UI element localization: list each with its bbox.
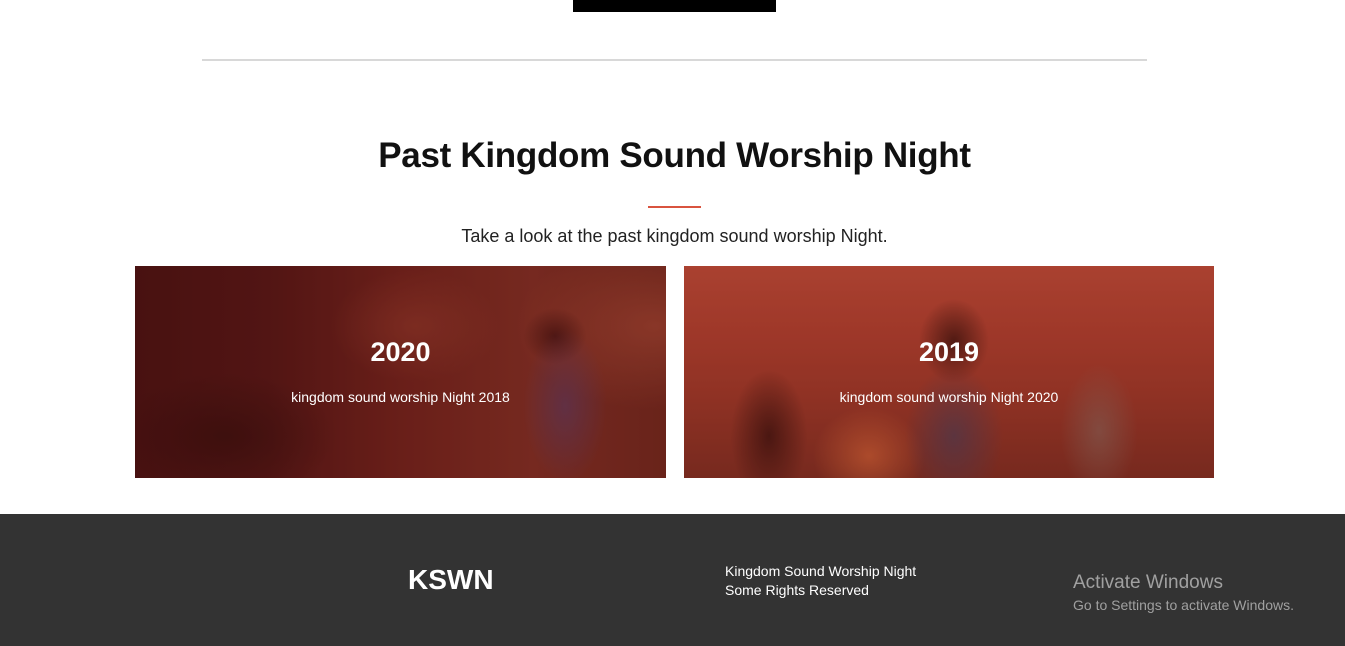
footer-rights: Some Rights Reserved — [725, 582, 869, 598]
card-year: 2020 — [370, 337, 431, 367]
page: Past Kingdom Sound Worship Night Take a … — [0, 0, 1345, 646]
activate-windows-title: Activate Windows — [1073, 572, 1223, 593]
photo-overlay — [684, 266, 1214, 478]
footer-info: Kingdom Sound Worship Night Some Rights … — [725, 562, 916, 600]
activate-windows-watermark: Activate Windows Go to Settings to activ… — [1073, 571, 1294, 615]
event-card-2019[interactable]: 2019 kingdom sound worship Night 2020 — [684, 266, 1214, 478]
footer-brand-logo[interactable]: KSWN — [408, 564, 494, 596]
footer: KSWN Kingdom Sound Worship Night Some Ri… — [0, 514, 1345, 646]
title-accent-line — [648, 206, 701, 208]
section-divider — [202, 59, 1147, 61]
card-year: 2019 — [918, 337, 980, 367]
card-caption: kingdom sound worship Night 2020 — [839, 389, 1059, 405]
activate-windows-subtitle: Go to Settings to activate Windows. — [1073, 597, 1294, 613]
footer-site-name: Kingdom Sound Worship Night — [725, 563, 917, 579]
top-black-button[interactable] — [573, 0, 776, 12]
section-title: Past Kingdom Sound Worship Night — [378, 136, 971, 175]
card-caption: kingdom sound worship Night 2018 — [291, 389, 510, 405]
photo-overlay — [135, 266, 666, 478]
event-card-2020[interactable]: 2020 kingdom sound worship Night 2018 — [135, 266, 666, 478]
section-subtitle: Take a look at the past kingdom sound wo… — [461, 226, 888, 246]
